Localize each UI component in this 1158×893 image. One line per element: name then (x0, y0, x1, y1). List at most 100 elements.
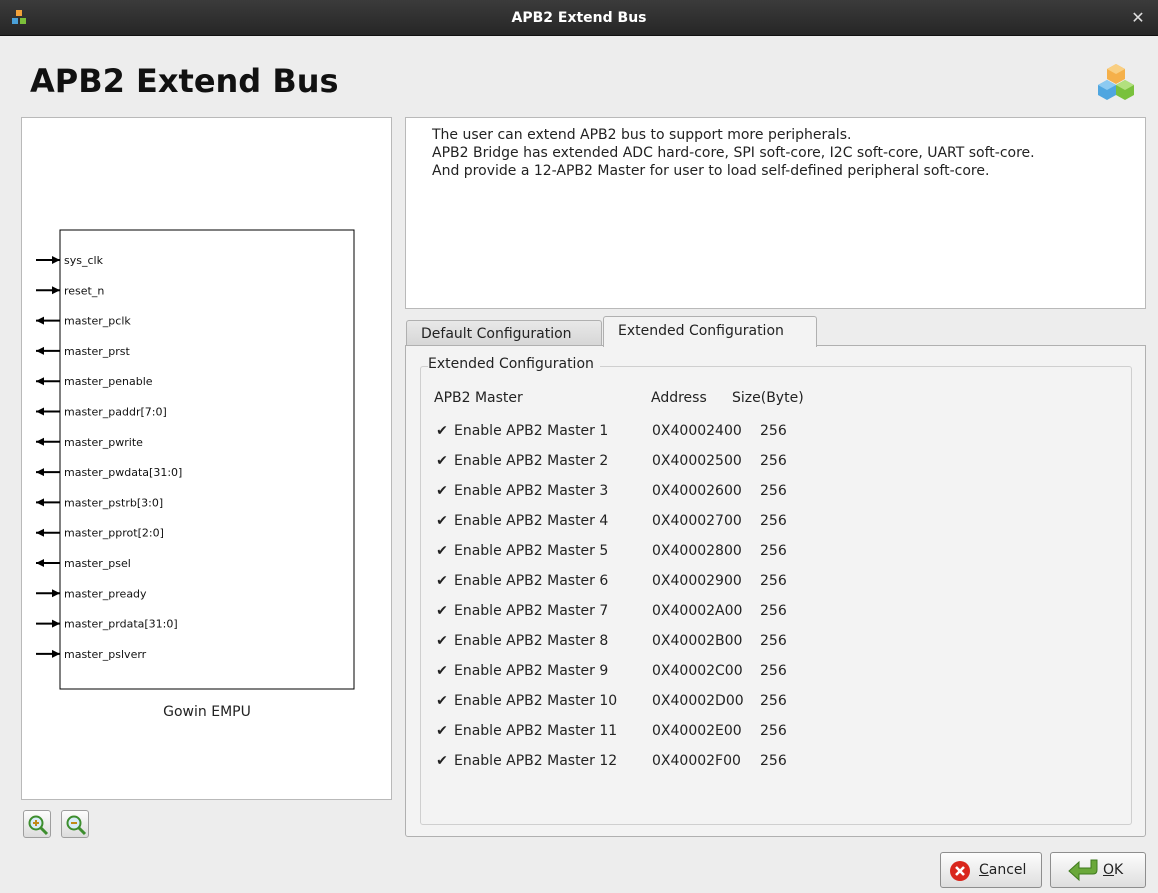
port-label: sys_clk (64, 254, 104, 267)
enable-master-checkbox[interactable]: ✔ (434, 663, 450, 679)
master-size: 256 (760, 423, 787, 439)
port-label: master_pready (64, 587, 147, 600)
master-row: ✔ Enable APB2 Master 4 0X40002700 256 (434, 510, 854, 532)
port-arrow-out (36, 316, 44, 325)
enable-master-checkbox[interactable]: ✔ (434, 543, 450, 559)
port-label: reset_n (64, 284, 104, 297)
enable-master-checkbox[interactable]: ✔ (434, 633, 450, 649)
ok-button[interactable]: OK (1050, 852, 1146, 888)
ok-button-label: OK (1103, 862, 1124, 878)
port-arrow-in (52, 649, 60, 658)
master-label[interactable]: Enable APB2 Master 4 (454, 510, 608, 532)
port-label: master_pclk (64, 315, 131, 328)
enable-master-checkbox[interactable]: ✔ (434, 453, 450, 469)
master-row: ✔ Enable APB2 Master 7 0X40002A00 256 (434, 600, 854, 622)
close-icon[interactable]: ✕ (1128, 8, 1148, 28)
master-row: ✔ Enable APB2 Master 6 0X40002900 256 (434, 570, 854, 592)
master-address: 0X40002700 (652, 513, 742, 529)
description-line: And provide a 12-APB2 Master for user to… (432, 163, 990, 179)
master-size: 256 (760, 603, 787, 619)
master-label[interactable]: Enable APB2 Master 11 (454, 720, 617, 742)
port-label: master_pwrite (64, 436, 143, 449)
port-label: master_pstrb[3:0] (64, 496, 163, 509)
port-label: master_pprot[2:0] (64, 527, 164, 540)
port-arrow-out (36, 468, 44, 477)
ok-arrow-icon (1068, 859, 1098, 882)
master-address: 0X40002500 (652, 453, 742, 469)
master-label[interactable]: Enable APB2 Master 2 (454, 450, 608, 472)
port-arrow-out (36, 528, 44, 537)
enable-master-checkbox[interactable]: ✔ (434, 573, 450, 589)
master-size: 256 (760, 693, 787, 709)
master-size: 256 (760, 753, 787, 769)
master-label[interactable]: Enable APB2 Master 12 (454, 750, 617, 772)
enable-master-checkbox[interactable]: ✔ (434, 513, 450, 529)
master-row: ✔ Enable APB2 Master 5 0X40002800 256 (434, 540, 854, 562)
master-row: ✔ Enable APB2 Master 9 0X40002C00 256 (434, 660, 854, 682)
master-label[interactable]: Enable APB2 Master 8 (454, 630, 608, 652)
master-size: 256 (760, 573, 787, 589)
enable-master-checkbox[interactable]: ✔ (434, 693, 450, 709)
cubes-logo-icon (1098, 64, 1134, 100)
zoom-out-button[interactable] (61, 810, 89, 838)
port-label: master_pslverr (64, 648, 147, 661)
master-size: 256 (760, 513, 787, 529)
master-size: 256 (760, 723, 787, 739)
port-label: master_prst (64, 345, 131, 358)
master-address: 0X40002E00 (652, 723, 742, 739)
master-label[interactable]: Enable APB2 Master 1 (454, 420, 608, 442)
tab-extended-configuration[interactable]: Extended Configuration (603, 316, 817, 347)
port-arrow-out (36, 407, 44, 416)
port-arrow-in (52, 589, 60, 598)
master-label[interactable]: Enable APB2 Master 7 (454, 600, 608, 622)
master-address: 0X40002B00 (652, 633, 743, 649)
port-arrow-in (52, 256, 60, 264)
column-header-size: Size(Byte) (732, 390, 804, 406)
master-row: ✔ Enable APB2 Master 10 0X40002D00 256 (434, 690, 854, 712)
window-title: APB2 Extend Bus (511, 10, 647, 26)
master-label[interactable]: Enable APB2 Master 5 (454, 540, 608, 562)
master-row: ✔ Enable APB2 Master 11 0X40002E00 256 (434, 720, 854, 742)
master-label[interactable]: Enable APB2 Master 10 (454, 690, 617, 712)
master-label[interactable]: Enable APB2 Master 6 (454, 570, 608, 592)
port-arrow-out (36, 559, 44, 567)
enable-master-checkbox[interactable]: ✔ (434, 483, 450, 499)
port-label: master_penable (64, 375, 153, 388)
zoom-in-button[interactable] (23, 810, 51, 838)
master-row: ✔ Enable APB2 Master 1 0X40002400 256 (434, 420, 854, 442)
cancel-button-label: Cancel (979, 862, 1027, 878)
cancel-icon (950, 861, 970, 881)
port-label: master_prdata[31:0] (64, 618, 178, 631)
port-arrow-out (36, 346, 44, 355)
page-title: APB2 Extend Bus (30, 62, 339, 100)
master-address: 0X40002400 (652, 423, 742, 439)
master-size: 256 (760, 483, 787, 499)
master-label[interactable]: Enable APB2 Master 3 (454, 480, 608, 502)
master-size: 256 (760, 453, 787, 469)
master-label[interactable]: Enable APB2 Master 9 (454, 660, 608, 682)
enable-master-checkbox[interactable]: ✔ (434, 753, 450, 769)
description-line: The user can extend APB2 bus to support … (432, 127, 852, 143)
column-header-address: Address (651, 390, 707, 406)
zoom-out-icon (66, 815, 87, 836)
port-arrow-in (52, 619, 60, 628)
port-arrow-out (36, 437, 44, 446)
master-address: 0X40002800 (652, 543, 742, 559)
cancel-button[interactable]: Cancel (940, 852, 1042, 888)
enable-master-checkbox[interactable]: ✔ (434, 603, 450, 619)
tab-default-configuration[interactable]: Default Configuration (406, 320, 602, 346)
master-row: ✔ Enable APB2 Master 12 0X40002F00 256 (434, 750, 854, 772)
port-arrow-out (36, 498, 44, 507)
master-row: ✔ Enable APB2 Master 8 0X40002B00 256 (434, 630, 854, 652)
master-row: ✔ Enable APB2 Master 3 0X40002600 256 (434, 480, 854, 502)
group-title: Extended Configuration (428, 356, 600, 372)
symbol-diagram-panel: Gowin EMPU sys_clk reset_n master_pclk maste… (21, 117, 392, 800)
enable-master-checkbox[interactable]: ✔ (434, 723, 450, 739)
extended-configuration-panel: Extended Configuration APB2 Master Addre… (405, 345, 1146, 837)
port-arrow-out (36, 377, 44, 386)
port-label: master_psel (64, 557, 131, 570)
enable-master-checkbox[interactable]: ✔ (434, 423, 450, 439)
port-arrow-in (52, 286, 60, 295)
port-label: master_paddr[7:0] (64, 406, 167, 419)
port-label: master_pwdata[31:0] (64, 466, 182, 479)
